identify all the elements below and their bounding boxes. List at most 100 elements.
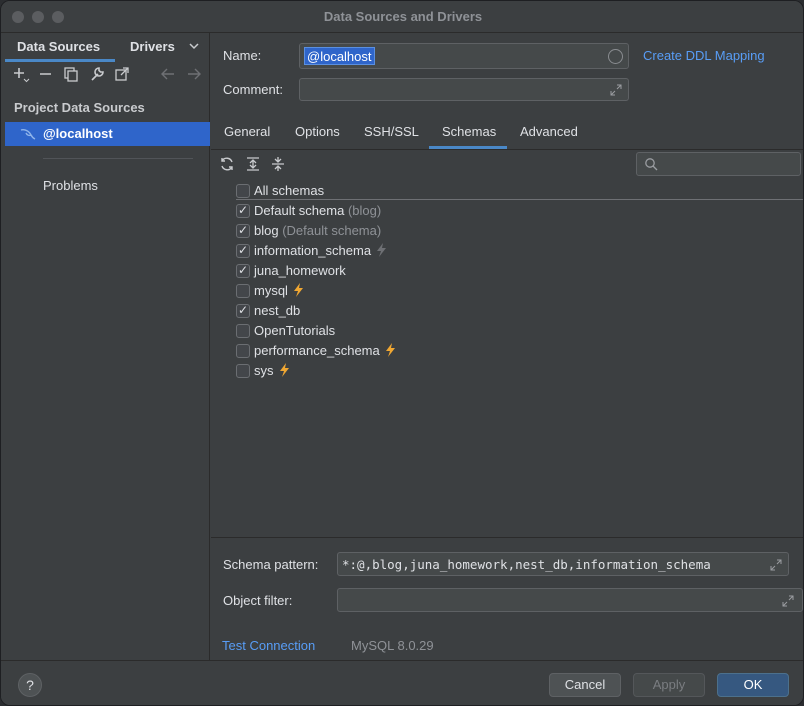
project-data-sources-header: Project Data Sources [14,100,145,115]
schema-label: information_schema [254,243,387,258]
schema-name: juna_homework [254,263,346,278]
active-tab-underline [5,59,115,62]
expand-all-icon[interactable] [245,156,261,172]
settings-tabs: General Options SSH/SSL Schemas Advanced [211,119,803,149]
schema-checkbox[interactable] [236,364,250,378]
schema-name: sys [254,363,274,378]
schema-label: nest_db [254,303,300,318]
mysql-dolphin-icon [20,129,36,140]
schema-row[interactable]: sys [236,361,796,381]
schema-row[interactable]: Default schema (blog) [236,201,796,221]
back-arrow-icon[interactable] [159,65,177,83]
wrench-icon[interactable] [88,65,106,83]
schema-label: mysql [254,283,304,298]
schema-pattern-field[interactable]: *:@,blog,juna_homework,nest_db,informati… [337,552,789,576]
introspection-bolt-icon [377,243,387,257]
expand-icon[interactable] [610,84,622,96]
schema-checkbox[interactable] [236,324,250,338]
window-title: Data Sources and Drivers [323,9,483,24]
color-picker-icon[interactable] [608,49,623,64]
left-divider [43,158,193,159]
schema-pattern-label: Schema pattern: [223,557,319,572]
test-connection-link[interactable]: Test Connection [222,638,315,653]
introspection-bolt-icon [279,363,289,377]
schema-row[interactable]: performance_schema [236,341,796,361]
remove-icon[interactable] [37,65,55,83]
schema-name: nest_db [254,303,301,318]
schema-label: sys [254,363,290,378]
schema-checkbox[interactable] [236,303,250,318]
object-filter-field[interactable] [337,588,803,612]
schema-pattern-value: *:@,blog,juna_homework,nest_db,informati… [342,557,711,572]
schema-checkbox[interactable] [236,223,250,238]
schema-name: performance_schema [254,343,380,358]
introspection-bolt-icon [293,283,303,297]
refresh-icon[interactable] [219,156,235,172]
schema-checkbox[interactable] [236,184,250,198]
create-ddl-mapping-link[interactable]: Create DDL Mapping [643,48,765,63]
comment-label: Comment: [223,82,283,97]
tab-options[interactable]: Options [295,124,340,139]
schema-note: (blog) [347,203,382,218]
expand-icon[interactable] [782,595,794,607]
schema-name: blog [254,223,279,238]
schema-row[interactable]: blog (Default schema) [236,221,796,241]
schema-name: Default schema [254,203,345,218]
schema-checkbox[interactable] [236,263,250,278]
jump-to-icon[interactable] [113,65,131,83]
schema-row[interactable]: mysql [236,281,796,301]
introspection-bolt-icon [385,343,395,357]
schema-label: performance_schema [254,343,396,358]
apply-button[interactable]: Apply [633,673,705,697]
schema-row[interactable]: OpenTutorials [236,321,796,341]
schema-checkbox[interactable] [236,243,250,258]
tab-ssh-ssl[interactable]: SSH/SSL [364,124,419,139]
expand-icon[interactable] [770,559,782,571]
schema-label: juna_homework [254,263,346,278]
schema-settings-area: Schema pattern: *:@,blog,juna_homework,n… [211,537,803,660]
tab-drivers[interactable]: Drivers [130,39,175,54]
name-value: @localhost [304,47,375,65]
ok-button[interactable]: OK [717,673,789,697]
left-tabs: Data Sources Drivers [1,33,210,62]
schema-label: blog (Default schema) [254,223,381,238]
object-filter-label: Object filter: [223,593,293,608]
dialog-window: Data Sources and Drivers Data Sources Dr… [0,0,804,706]
schema-label: All schemas [254,183,324,198]
name-field[interactable]: @localhost [299,43,629,69]
schema-label: Default schema (blog) [254,203,381,218]
tab-data-sources[interactable]: Data Sources [17,39,100,54]
copy-icon[interactable] [62,65,80,83]
comment-field[interactable] [299,78,629,101]
schema-row[interactable]: information_schema [236,241,796,261]
schema-checkbox[interactable] [236,284,250,298]
schema-row[interactable]: All schemas [236,181,796,201]
dialog-footer: ? Cancel Apply OK [1,660,803,705]
schema-checkbox[interactable] [236,344,250,358]
forward-arrow-icon[interactable] [185,65,203,83]
title-bar: Data Sources and Drivers [1,1,803,33]
tab-schemas[interactable]: Schemas [442,124,496,139]
schema-row[interactable]: nest_db [236,301,796,321]
datasource-item-localhost[interactable]: @localhost [5,122,210,146]
left-pane: Data Sources Drivers Project Data Source… [1,33,210,660]
tab-advanced[interactable]: Advanced [520,124,578,139]
schema-name: OpenTutorials [254,323,336,338]
schema-row[interactable]: juna_homework [236,261,796,281]
tab-general[interactable]: General [224,124,270,139]
schema-name: information_schema [254,243,372,258]
problems-item[interactable]: Problems [43,178,98,193]
right-pane: Name: @localhost Create DDL Mapping Comm… [211,33,803,660]
schema-checkbox[interactable] [236,203,250,218]
cancel-button[interactable]: Cancel [549,673,621,697]
add-icon[interactable] [12,65,30,83]
schema-note: (Default schema) [282,223,382,238]
collapse-all-icon[interactable] [270,156,286,172]
help-button[interactable]: ? [18,673,42,697]
datasource-label: @localhost [43,126,113,141]
schema-search-input[interactable] [636,152,801,176]
chevron-down-icon[interactable] [189,41,199,51]
schema-name: All schemas [254,183,325,198]
schemas-toolbar [211,149,803,179]
driver-version-label: MySQL 8.0.29 [351,638,434,653]
